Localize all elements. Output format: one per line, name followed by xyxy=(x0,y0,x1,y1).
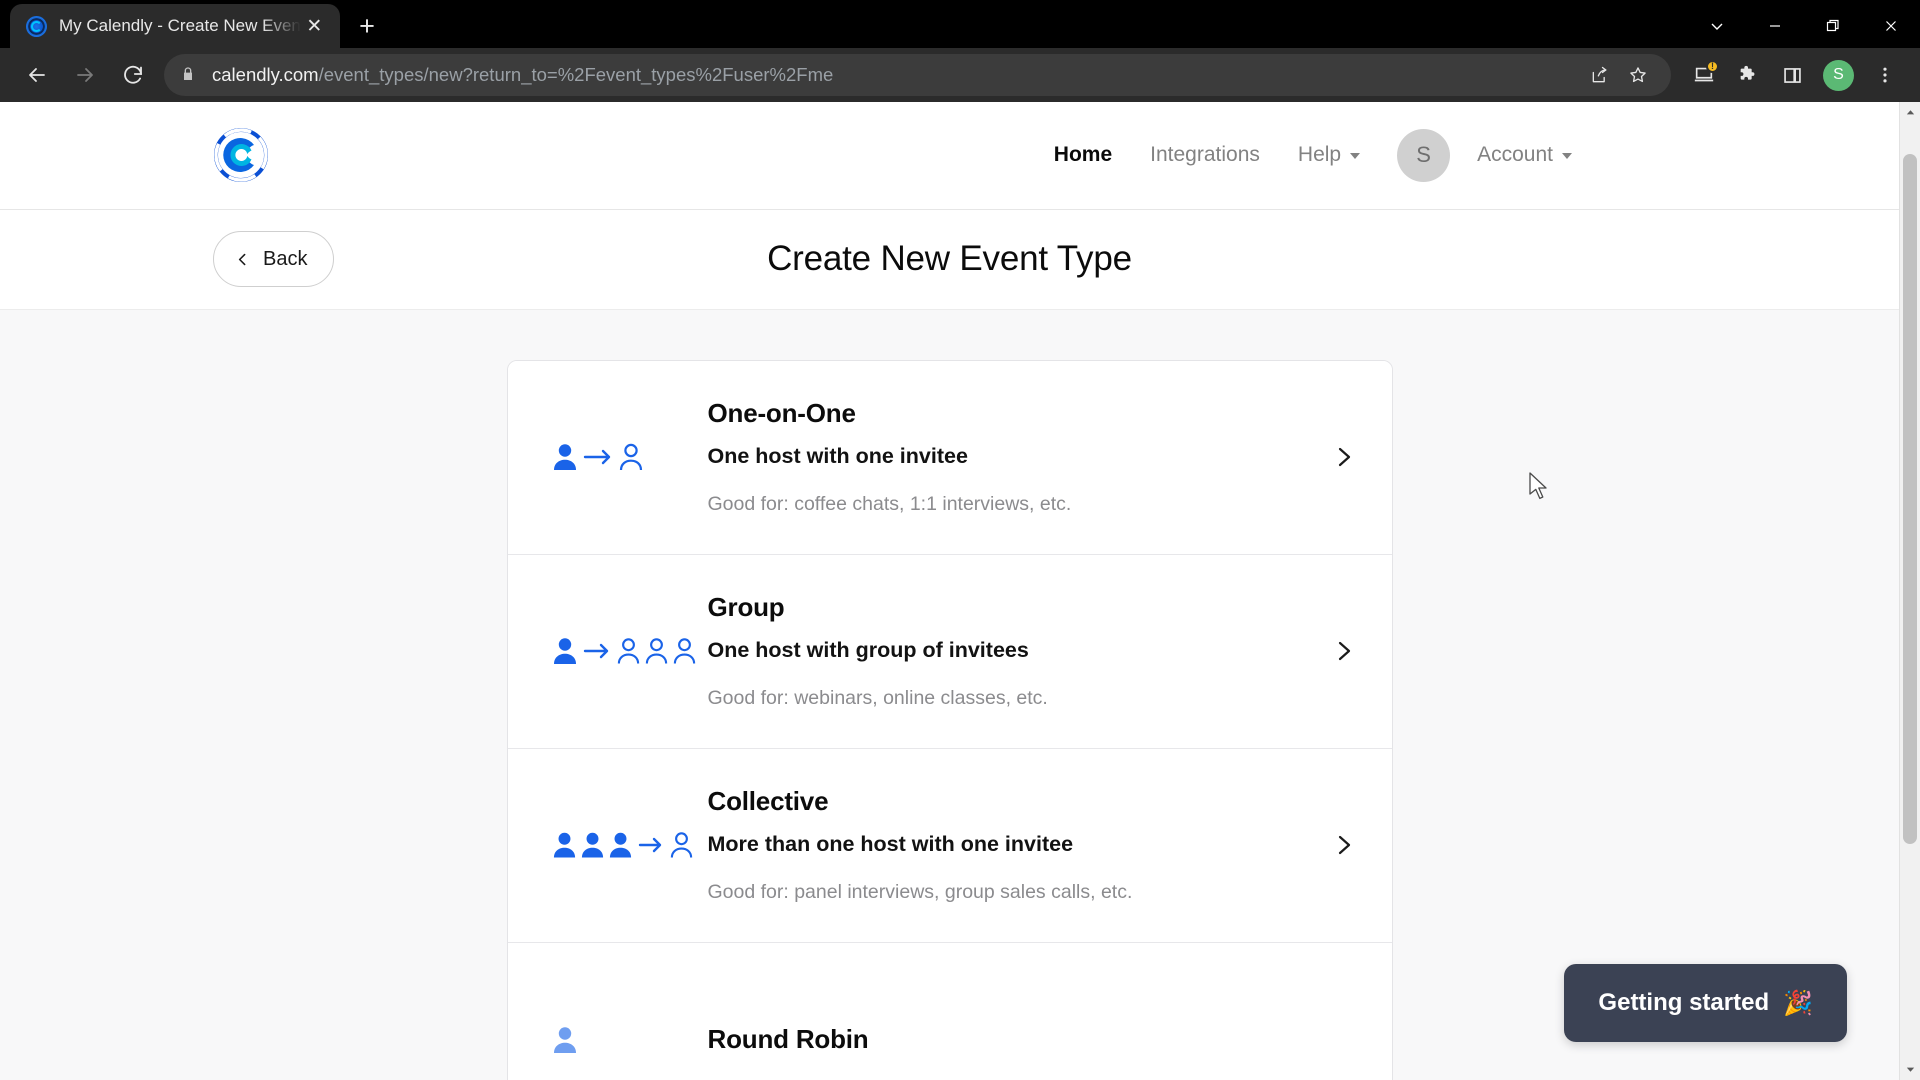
people-group xyxy=(552,442,644,472)
event-type-text: Collective More than one host with one i… xyxy=(708,786,1306,904)
back-arrow-icon[interactable] xyxy=(14,52,60,98)
person-filled-icon xyxy=(553,444,576,471)
browser-toolbar: calendly.com/event_types/new?return_to=%… xyxy=(0,48,1920,102)
event-type-title: One-on-One xyxy=(707,398,856,429)
url-path: /event_types/new?return_to=%2Fevent_type… xyxy=(318,64,834,86)
nav-item-help[interactable]: Help xyxy=(1279,143,1379,167)
page-title-bar: Back Create New Event Type xyxy=(0,209,1899,310)
event-type-card-group[interactable]: Group One host with group of invitees Go… xyxy=(507,554,1392,749)
back-button[interactable]: Back xyxy=(213,231,335,288)
tab-strip: My Calendly - Create New Event ✕ + xyxy=(0,0,1920,51)
people-group xyxy=(552,830,694,860)
omnibox-actions xyxy=(1583,58,1655,92)
tab-title: My Calendly - Create New Event xyxy=(59,16,301,36)
arrow-right-icon xyxy=(583,447,613,467)
reload-icon[interactable] xyxy=(110,52,156,98)
back-button-label: Back xyxy=(263,247,308,270)
event-type-card-collective[interactable]: Collective More than one host with one i… xyxy=(507,748,1392,943)
warning-badge: ! xyxy=(1706,60,1719,74)
scrollbar-thumb[interactable] xyxy=(1903,153,1917,844)
scroll-down-arrow-icon[interactable] xyxy=(1900,1059,1920,1080)
event-type-title: Collective xyxy=(707,786,829,817)
address-bar[interactable]: calendly.com/event_types/new?return_to=%… xyxy=(164,54,1671,97)
site-header: Home Integrations Help S Account xyxy=(0,101,1899,210)
tab-close-button[interactable]: ✕ xyxy=(301,12,328,40)
person-outline-icon xyxy=(645,638,667,665)
event-type-subtitle: One host with one invitee xyxy=(707,444,968,469)
multi-host-one-invitee-icon xyxy=(548,830,708,860)
getting-started-label: Getting started xyxy=(1598,989,1770,1016)
event-type-description: Good for: coffee chats, 1:1 interviews, … xyxy=(707,493,1072,516)
calendly-logo-icon[interactable] xyxy=(210,124,272,186)
event-type-description: Good for: panel interviews, group sales … xyxy=(707,881,1133,904)
chevron-right-icon[interactable] xyxy=(1306,442,1356,472)
window-controls xyxy=(1688,0,1920,51)
event-type-list: One-on-One One host with one invitee Goo… xyxy=(506,359,1393,1080)
event-type-text: Round Robin xyxy=(708,1024,1306,1055)
url-text: calendly.com/event_types/new?return_to=%… xyxy=(212,64,833,86)
star-icon[interactable] xyxy=(1621,58,1655,92)
chevron-down-icon xyxy=(1562,152,1572,159)
event-type-text: Group One host with group of invitees Go… xyxy=(708,592,1306,710)
event-type-text: One-on-One One host with one invitee Goo… xyxy=(708,398,1306,516)
nav-item-account-label: Account xyxy=(1477,143,1553,167)
close-window-button[interactable] xyxy=(1862,0,1920,51)
person-filled-icon xyxy=(581,833,603,858)
profile-avatar[interactable]: S xyxy=(1823,59,1854,91)
getting-started-button[interactable]: Getting started 🎉 xyxy=(1564,964,1847,1042)
side-panel-icon[interactable] xyxy=(1771,52,1813,98)
page-viewport: Home Integrations Help S Account Back Cr… xyxy=(0,101,1920,1080)
nav-item-help-label: Help xyxy=(1297,143,1342,167)
person-outline-icon xyxy=(617,638,639,665)
event-type-card-round-robin[interactable]: Round Robin xyxy=(507,942,1392,1080)
round-robin-icon xyxy=(548,1025,708,1055)
person-filled-icon xyxy=(553,833,575,858)
nav-item-home[interactable]: Home xyxy=(1035,143,1131,167)
people-group xyxy=(552,636,697,666)
one-host-one-invitee-icon xyxy=(548,442,708,472)
browser-tab[interactable]: My Calendly - Create New Event ✕ xyxy=(10,4,340,49)
chevron-right-icon[interactable] xyxy=(1306,830,1356,860)
new-tab-button[interactable]: + xyxy=(346,5,388,47)
forward-arrow-icon[interactable] xyxy=(62,52,108,98)
party-popper-icon: 🎉 xyxy=(1783,989,1813,1017)
calendly-favicon-icon xyxy=(26,15,47,37)
share-icon[interactable] xyxy=(1583,58,1617,92)
event-type-card-one-on-one[interactable]: One-on-One One host with one invitee Goo… xyxy=(507,360,1392,555)
event-type-subtitle: More than one host with one invitee xyxy=(707,832,1074,857)
calendly-page: Home Integrations Help S Account Back Cr… xyxy=(0,101,1899,1080)
nav-item-account[interactable]: Account xyxy=(1458,143,1591,167)
site-nav: Home Integrations Help S Account xyxy=(1035,128,1839,182)
person-outline-icon xyxy=(619,444,642,471)
event-type-title: Round Robin xyxy=(707,1024,869,1055)
tab-search-button[interactable] xyxy=(1688,0,1746,51)
person-filled-icon xyxy=(553,1027,576,1053)
one-host-group-invitees-icon xyxy=(548,636,708,666)
scroll-up-arrow-icon[interactable] xyxy=(1900,102,1920,123)
person-outline-icon xyxy=(673,638,695,665)
event-type-description: Good for: webinars, online classes, etc. xyxy=(707,687,1048,710)
arrow-right-icon xyxy=(638,835,664,855)
url-host: calendly.com xyxy=(212,64,319,86)
chevron-left-icon xyxy=(238,253,246,266)
person-filled-icon xyxy=(609,833,631,858)
device-warning-icon[interactable]: ! xyxy=(1683,52,1725,98)
arrow-right-icon xyxy=(583,641,611,661)
avatar[interactable]: S xyxy=(1397,128,1451,182)
chevron-down-icon xyxy=(1350,152,1361,159)
event-type-subtitle: One host with group of invitees xyxy=(707,638,1029,663)
minimize-button[interactable] xyxy=(1746,0,1804,51)
nav-item-integrations[interactable]: Integrations xyxy=(1131,143,1279,167)
puzzle-icon[interactable] xyxy=(1727,52,1769,98)
person-outline-icon xyxy=(670,832,692,859)
maximize-button[interactable] xyxy=(1804,0,1862,51)
event-type-title: Group xyxy=(707,592,785,623)
person-filled-icon xyxy=(553,638,576,665)
three-dot-menu-icon[interactable] xyxy=(1864,52,1906,98)
chevron-right-icon[interactable] xyxy=(1306,636,1356,666)
people-group xyxy=(552,1025,578,1055)
lock-icon xyxy=(180,66,198,84)
page-scrollbar[interactable] xyxy=(1899,101,1920,1080)
browser-window: My Calendly - Create New Event ✕ + calen… xyxy=(0,0,1920,1080)
